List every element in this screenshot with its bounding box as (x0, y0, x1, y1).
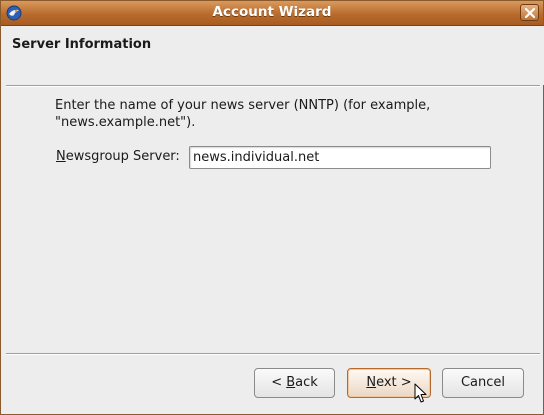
label-text: ewsgroup Server: (65, 149, 180, 164)
close-button[interactable] (520, 4, 539, 21)
footer-divider (6, 353, 540, 355)
back-label: ack (295, 375, 318, 390)
next-mnemonic: N (366, 375, 377, 390)
back-prefix: < (271, 375, 287, 390)
next-label: ext > (376, 375, 412, 390)
newsgroup-server-label: Newsgroup Server: (56, 149, 180, 164)
cancel-label: Cancel (460, 375, 506, 390)
cancel-button[interactable]: Cancel (442, 368, 524, 398)
window-title: Account Wizard (212, 4, 332, 20)
account-wizard-window: Account Wizard Server Information Enter … (0, 0, 544, 415)
title-bar[interactable]: Account Wizard (1, 1, 543, 26)
newsgroup-server-input[interactable] (189, 146, 491, 169)
back-button[interactable]: < Back (254, 368, 335, 398)
header-divider (6, 85, 540, 87)
wizard-header: Server Information (2, 26, 544, 85)
instructions-text: Enter the name of your news server (NNTP… (55, 98, 431, 130)
page-title: Server Information (12, 37, 152, 52)
mouse-pointer-icon (414, 383, 427, 403)
close-icon (525, 8, 535, 18)
label-mnemonic: N (56, 149, 66, 164)
back-mnemonic: B (286, 375, 296, 390)
